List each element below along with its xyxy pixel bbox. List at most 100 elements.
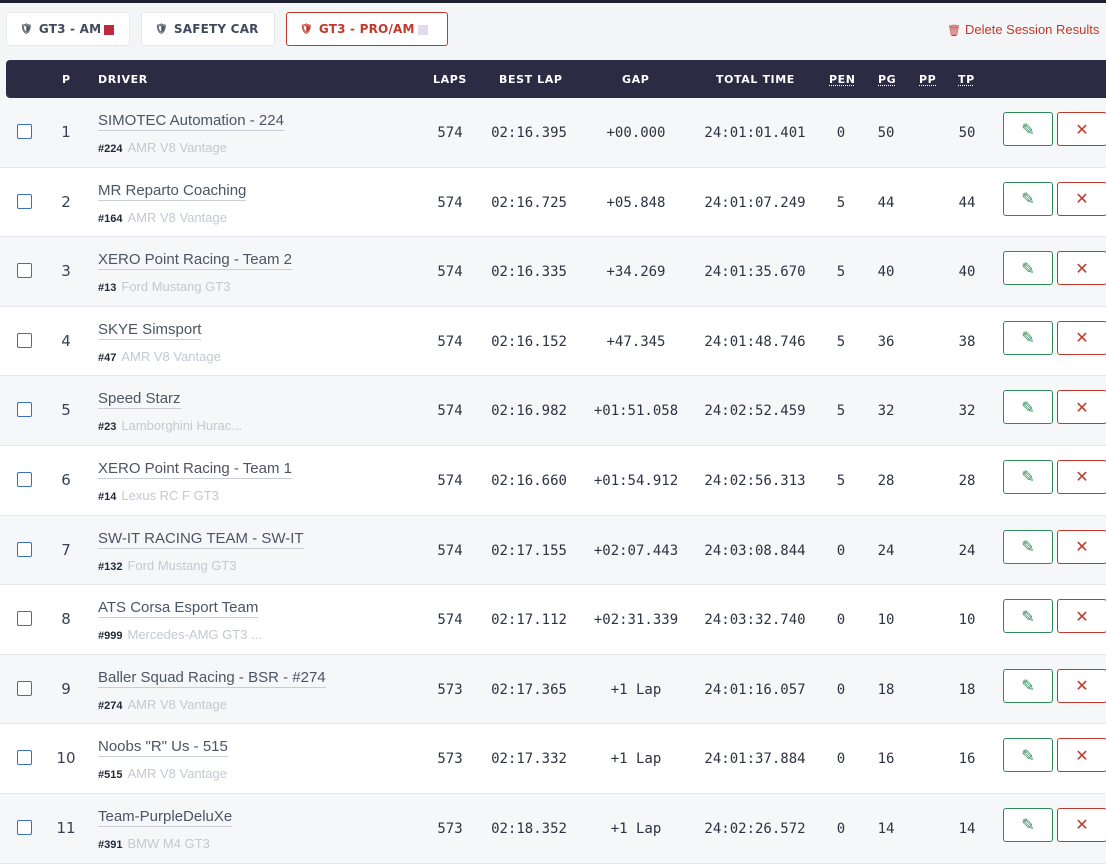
- car-model: AMR V8 Vantage: [127, 140, 227, 155]
- edit-result-button[interactable]: ✎: [1003, 251, 1053, 286]
- laps-cell: 574: [437, 472, 463, 489]
- penalty-cell: 0: [836, 681, 846, 698]
- table-row: 11 Team-PurpleDeluXe #391 BMW M4 GT3 573 …: [0, 793, 1106, 864]
- delete-result-button[interactable]: ✕: [1057, 599, 1106, 634]
- tab-safety-car[interactable]: 🛡 SAFETY CAR: [141, 12, 275, 46]
- delete-result-button[interactable]: ✕: [1057, 459, 1106, 494]
- penalty-cell: 0: [836, 612, 846, 629]
- row-select-checkbox[interactable]: [17, 819, 32, 835]
- laps-cell: 573: [437, 681, 463, 698]
- row-select-checkbox[interactable]: [17, 471, 32, 487]
- penalty-cell: 5: [836, 264, 846, 281]
- best-lap-cell: 02:16.725: [491, 194, 567, 211]
- total-time-cell: 24:01:48.746: [704, 333, 806, 350]
- col-driver: DRIVER: [98, 73, 148, 86]
- tab-label: GT3 - PRO/AM: [318, 22, 415, 36]
- total-points-cell: 38: [958, 333, 976, 350]
- edit-result-button[interactable]: ✎: [1003, 320, 1053, 355]
- laps-cell: 574: [437, 612, 463, 629]
- total-time-cell: 24:01:07.249: [704, 194, 806, 211]
- team-name-link[interactable]: Team-PurpleDeluXe: [98, 808, 233, 827]
- results-table-header: P DRIVER LAPS BEST LAP GAP TOTAL TIME PE…: [6, 60, 1106, 98]
- row-select-checkbox[interactable]: [17, 193, 32, 209]
- team-name-link[interactable]: Noobs "R" Us - 515: [98, 738, 228, 758]
- delete-session-results-link[interactable]: 🗑 Delete Session Results: [947, 22, 1099, 37]
- edit-result-button[interactable]: ✎: [1003, 390, 1053, 425]
- team-name-link[interactable]: Speed Starz: [98, 390, 181, 410]
- team-name-link[interactable]: XERO Point Racing - Team 2: [98, 251, 292, 271]
- position-gain-cell: 36: [877, 333, 895, 350]
- gap-cell: +01:54.912: [593, 472, 679, 489]
- team-name-link[interactable]: Baller Squad Racing - BSR - #274: [98, 669, 326, 688]
- delete-result-button[interactable]: ✕: [1057, 668, 1106, 703]
- row-select-checkbox[interactable]: [17, 402, 32, 418]
- gap-cell: +02:07.443: [593, 542, 679, 559]
- team-name-link[interactable]: SW-IT RACING TEAM - SW-IT: [98, 530, 304, 549]
- row-select-checkbox[interactable]: [17, 332, 32, 348]
- car-info: #23 Lamborghini Hurac...: [98, 417, 242, 435]
- car-model: BMW M4 GT3: [127, 835, 210, 851]
- table-row: 2 MR Reparto Coaching #164 AMR V8 Vantage…: [0, 167, 1106, 238]
- delete-result-button[interactable]: ✕: [1057, 251, 1106, 286]
- position-gain-cell: 50: [877, 125, 895, 141]
- delete-result-button[interactable]: ✕: [1057, 320, 1106, 355]
- team-name-link[interactable]: SIMOTEC Automation - 224: [98, 112, 284, 131]
- row-select-checkbox[interactable]: [17, 680, 32, 696]
- gap-cell: +00.000: [606, 125, 666, 141]
- team-name-link[interactable]: XERO Point Racing - Team 1: [98, 460, 292, 479]
- best-lap-cell: 02:16.660: [491, 472, 567, 489]
- delete-result-button[interactable]: ✕: [1057, 112, 1106, 146]
- car-model: AMR V8 Vantage: [127, 209, 227, 225]
- delete-result-button[interactable]: ✕: [1057, 807, 1106, 842]
- car-info: #391 BMW M4 GT3: [98, 835, 210, 853]
- car-info: #224 AMR V8 Vantage: [98, 139, 227, 157]
- trash-icon: 🗑: [947, 25, 961, 37]
- laps-cell: 573: [437, 820, 463, 837]
- team-name-link[interactable]: SKYE Simsport: [98, 321, 202, 340]
- car-model: AMR V8 Vantage: [121, 348, 221, 364]
- car-info: #164 AMR V8 Vantage: [98, 209, 227, 227]
- edit-result-button[interactable]: ✎: [1003, 112, 1053, 146]
- edit-result-button[interactable]: ✎: [1003, 459, 1053, 494]
- class-color-swatch: [417, 24, 428, 35]
- col-total-time: TOTAL TIME: [716, 73, 795, 86]
- tab-gt3-am[interactable]: 🛡 GT3 - AM: [6, 12, 130, 46]
- table-row: 7 SW-IT RACING TEAM - SW-IT #132 Ford Mus…: [0, 515, 1106, 586]
- car-info: #13 Ford Mustang GT3: [98, 278, 230, 296]
- edit-result-button[interactable]: ✎: [1003, 599, 1053, 634]
- total-points-cell: 28: [958, 472, 976, 489]
- position-gain-cell: 24: [877, 542, 895, 559]
- row-select-checkbox[interactable]: [17, 611, 32, 627]
- delete-result-button[interactable]: ✕: [1057, 390, 1106, 425]
- tab-gt3-pro-am[interactable]: 🛡 GT3 - PRO/AM: [286, 12, 448, 46]
- car-info: #515 AMR V8 Vantage: [98, 765, 227, 783]
- delete-result-button[interactable]: ✕: [1057, 181, 1106, 216]
- delete-result-button[interactable]: ✕: [1057, 529, 1106, 564]
- best-lap-cell: 02:16.335: [491, 264, 567, 281]
- total-time-cell: 24:02:52.459: [704, 403, 806, 420]
- best-lap-cell: 02:17.112: [491, 612, 567, 629]
- best-lap-cell: 02:16.982: [491, 403, 567, 420]
- edit-result-button[interactable]: ✎: [1003, 668, 1053, 703]
- close-icon: ✕: [1075, 397, 1089, 417]
- delete-result-button[interactable]: ✕: [1057, 738, 1106, 773]
- row-select-checkbox[interactable]: [17, 124, 32, 139]
- gap-cell: +1 Lap: [610, 681, 662, 698]
- gap-cell: +1 Lap: [610, 820, 662, 837]
- car-number: #515: [98, 769, 123, 782]
- edit-result-button[interactable]: ✎: [1003, 181, 1053, 216]
- close-icon: ✕: [1075, 537, 1089, 557]
- position-cell: 6: [61, 470, 71, 489]
- row-select-checkbox[interactable]: [17, 750, 32, 766]
- edit-result-button[interactable]: ✎: [1003, 529, 1053, 564]
- edit-result-button[interactable]: ✎: [1003, 807, 1053, 842]
- pencil-icon: ✎: [1021, 676, 1035, 696]
- edit-result-button[interactable]: ✎: [1003, 738, 1053, 773]
- table-row: 6 XERO Point Racing - Team 1 #14 Lexus RC…: [0, 445, 1106, 516]
- position-cell: 5: [61, 401, 71, 420]
- row-select-checkbox[interactable]: [17, 263, 32, 279]
- team-name-link[interactable]: MR Reparto Coaching: [98, 182, 247, 201]
- row-select-checkbox[interactable]: [17, 541, 32, 557]
- team-name-link[interactable]: ATS Corsa Esport Team: [98, 599, 259, 619]
- car-info: #274 AMR V8 Vantage: [98, 696, 227, 714]
